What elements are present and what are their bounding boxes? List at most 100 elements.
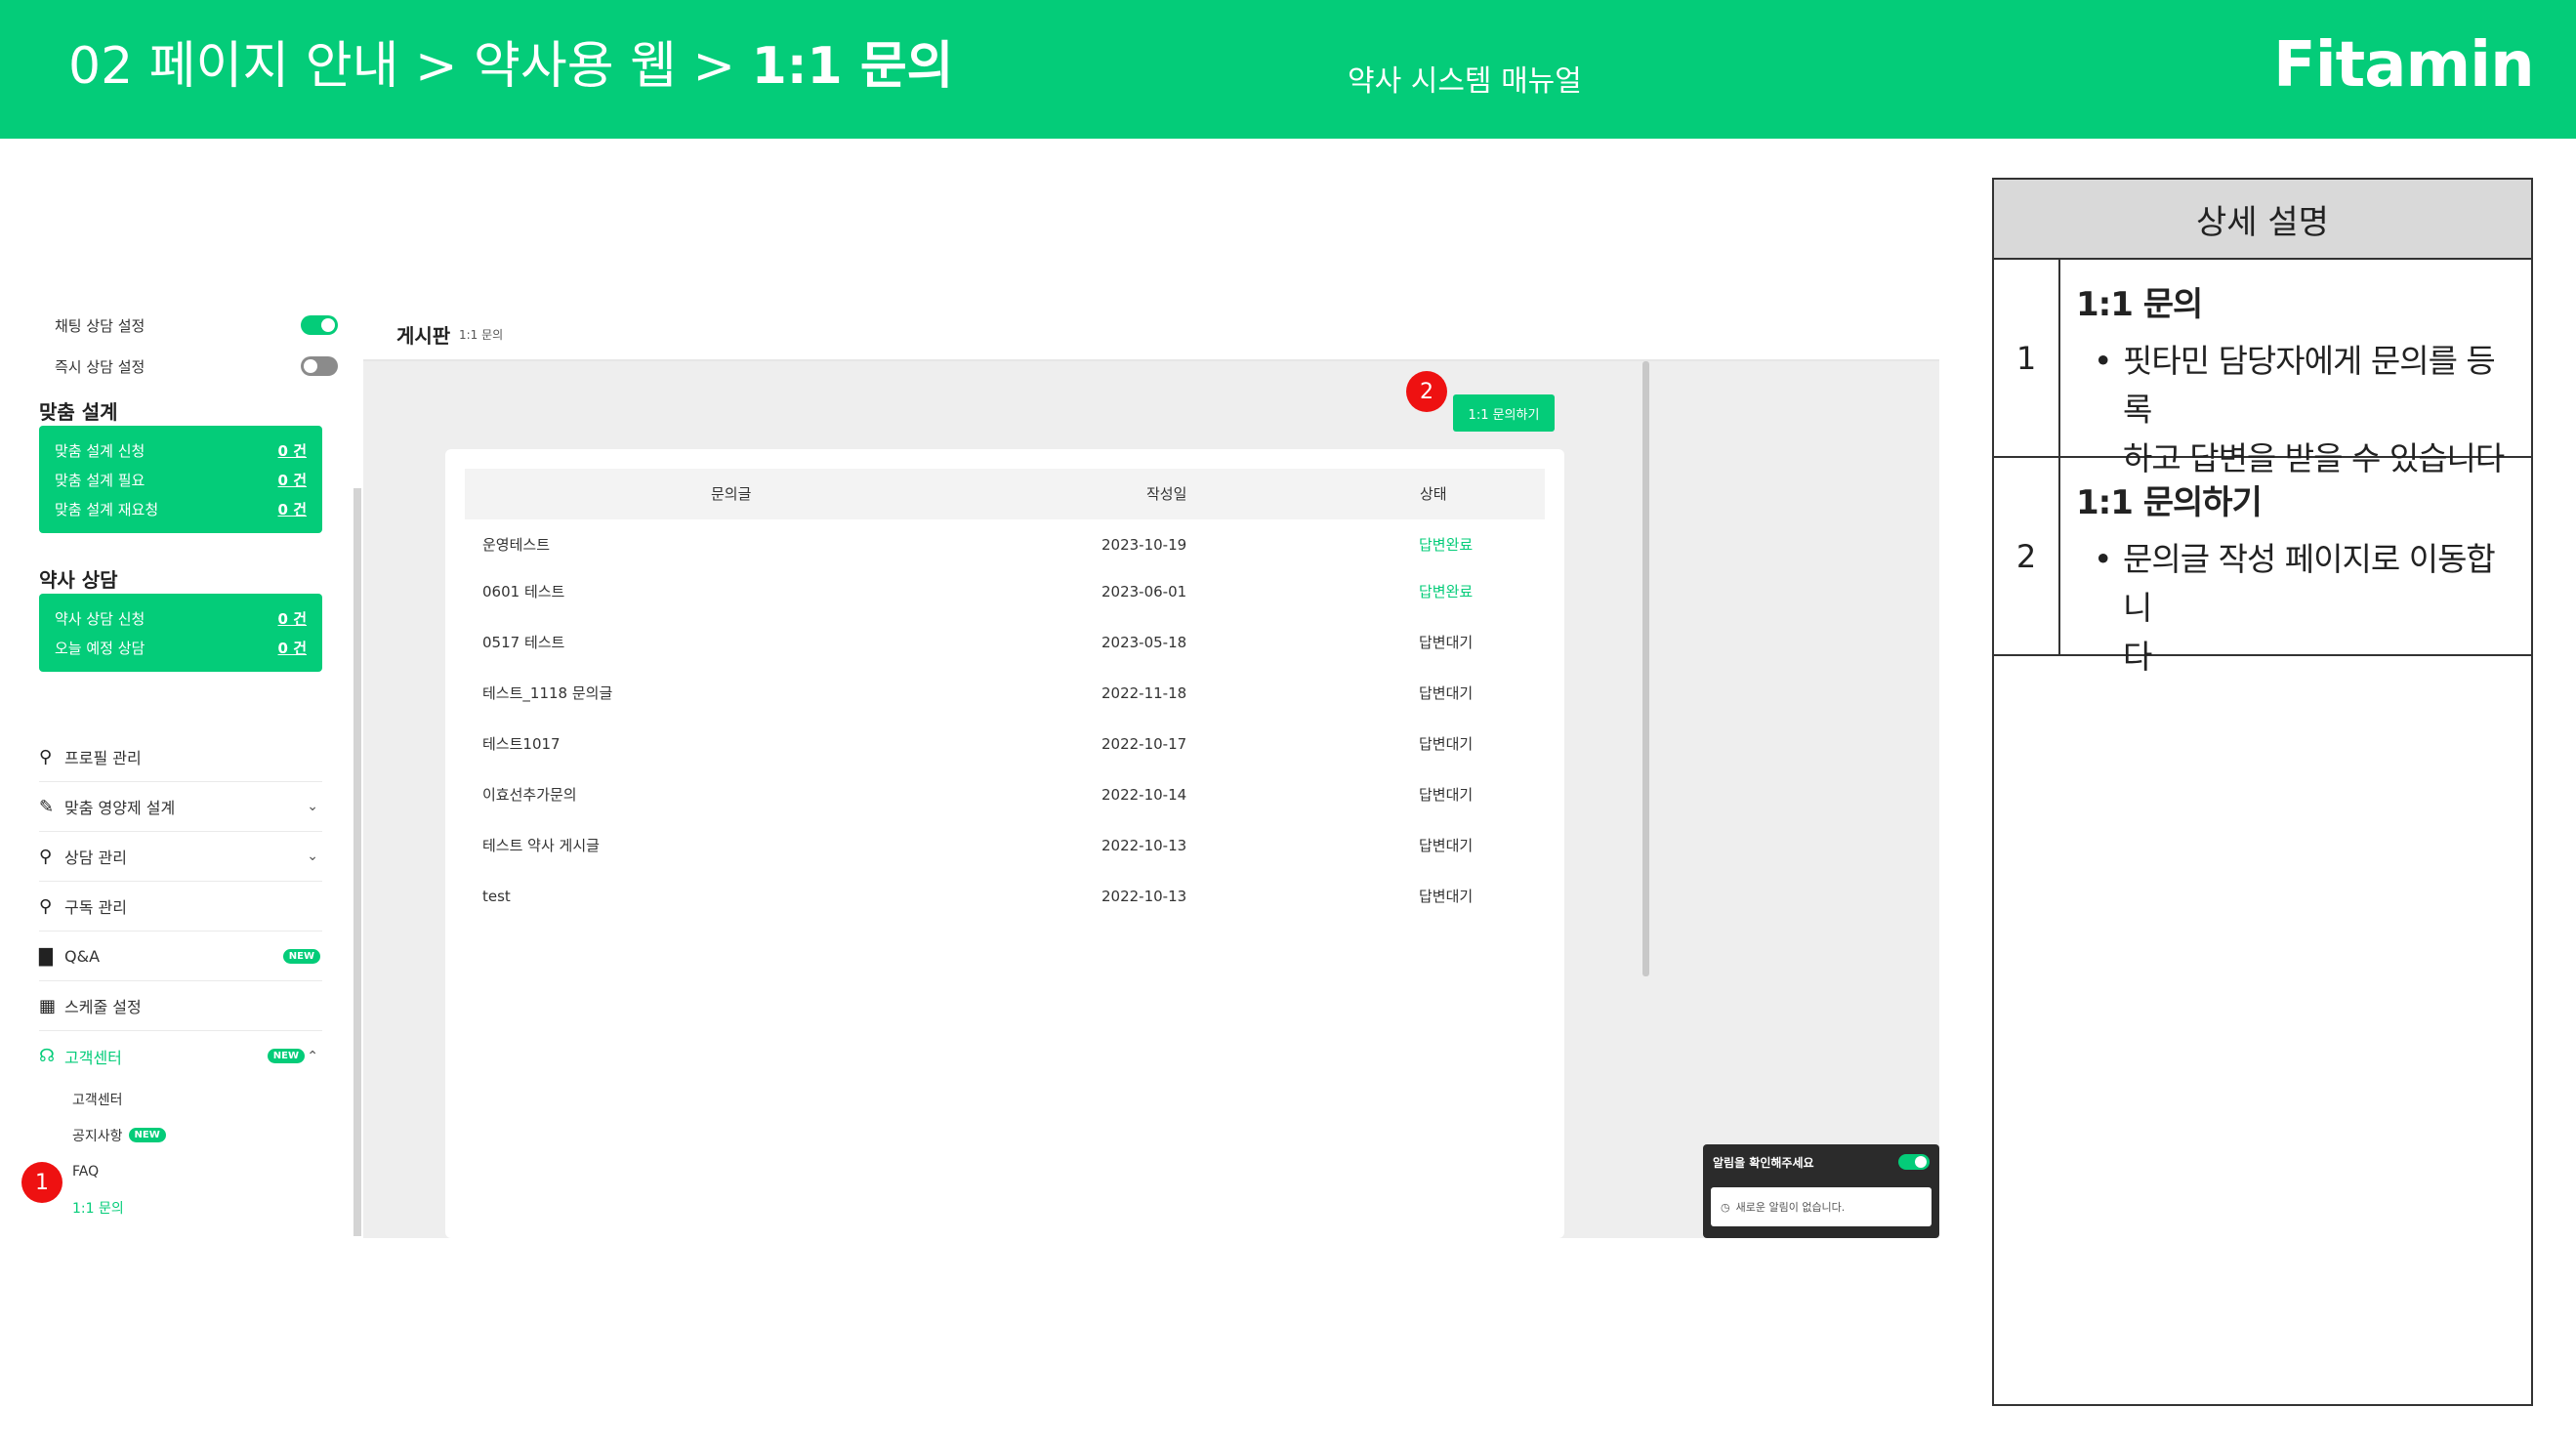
board-header: 게시판 1:1 문의 [363, 310, 1939, 361]
sidebar-item-consult[interactable]: ⚲ 상담 관리 ⌄ [39, 832, 322, 882]
row-date: 2023-06-01 [1101, 583, 1187, 600]
row-title[interactable]: 테스트_1118 문의글 [482, 668, 612, 719]
detail-row-title: 1:1 문의 [2076, 285, 2203, 324]
sidebar-item-subscription[interactable]: ⚲ 구독 관리 [39, 882, 322, 932]
page-breadcrumb: 02 페이지 안내 > 약사용 웹 > 1:1 문의 [68, 35, 954, 98]
sidebar-item-label: 구독 관리 [64, 898, 127, 917]
board-title: 게시판 [396, 324, 451, 348]
summary-row[interactable]: 약사 상담 신청 0 건 [55, 603, 307, 633]
person-icon: ⚲ [39, 746, 53, 767]
column-header-status: 상태 [1420, 485, 1447, 503]
calendar-icon: ▦ [39, 995, 57, 1016]
table-row[interactable]: 0601 테스트 2023-06-01 답변완료 [465, 566, 1545, 617]
detail-row-desc: 핏타민 담당자에게 문의를 등록하고 답변을 받을 수 있습니다 [2076, 337, 2517, 483]
inquiry-table-card: 문의글 작성일 상태 운영테스트 2023-10-19 답변완료 0601 테스트 2… [445, 449, 1564, 1238]
detail-description-table: 상세 설명 1 1:1 문의 핏타민 담당자에게 문의를 등록하고 답변을 받을… [1992, 178, 2533, 1406]
sidebar-item-label: 프로필 관리 [64, 749, 142, 767]
instant-consult-setting: 즉시 상담 설정 [55, 352, 338, 381]
summary-row[interactable]: 오늘 예정 상담 0 건 [55, 633, 307, 662]
detail-row-desc-line: 핏타민 담당자에게 문의를 등록 [2123, 342, 2496, 429]
row-title[interactable]: 이효선추가문의 [482, 769, 577, 820]
fitamin-logo: Fitamin [2273, 29, 2535, 102]
breadcrumb-path: 02 페이지 안내 > 약사용 웹 > [68, 37, 752, 96]
summary-label: 맞춤 설계 신청 [55, 441, 145, 460]
table-row[interactable]: test 2022-10-13 답변대기 [465, 871, 1545, 922]
summary-count[interactable]: 0 건 [278, 499, 307, 519]
summary-label: 오늘 예정 상담 [55, 639, 145, 657]
sidebar-item-schedule[interactable]: ▦ 스케줄 설정 [39, 981, 322, 1031]
instant-consult-toggle[interactable] [301, 356, 338, 376]
submenu-label: FAQ [72, 1163, 100, 1180]
sidebar-item-customer-center[interactable]: ☊ 고객센터 NEW ⌃ [39, 1031, 322, 1081]
chevron-down-icon: ⌄ [307, 799, 318, 814]
write-inquiry-button[interactable]: 1:1 문의하기 [1453, 394, 1555, 432]
notification-panel: 알림을 확인해주세요 ◷ 새로운 알림이 없습니다. [1703, 1144, 1939, 1238]
row-title[interactable]: 테스트1017 [482, 719, 561, 769]
submenu-inquiry[interactable]: 1:1 문의 [39, 1189, 322, 1225]
new-badge: NEW [267, 1049, 305, 1063]
submenu-faq[interactable]: FAQ [39, 1153, 322, 1189]
chat-consult-setting-label: 채팅 상담 설정 [55, 316, 145, 335]
table-row[interactable]: 테스트 약사 게시글 2022-10-13 답변대기 [465, 820, 1545, 871]
sidebar-item-label: 상담 관리 [64, 849, 127, 867]
detail-row: 1 1:1 문의 핏타민 담당자에게 문의를 등록하고 답변을 받을 수 있습니… [1994, 260, 2531, 477]
sidebar-scrollbar[interactable] [353, 488, 361, 1236]
summary-count[interactable]: 0 건 [278, 638, 307, 658]
row-date: 2022-10-13 [1101, 888, 1187, 905]
submenu-customer-center[interactable]: 고객센터 [39, 1081, 322, 1117]
sidebar-item-label: Q&A [64, 946, 101, 966]
detail-row-number: 1 [1994, 260, 2060, 456]
annotation-marker-1: 1 [21, 1162, 62, 1203]
chevron-up-icon: ⌃ [307, 1048, 318, 1064]
summary-label: 약사 상담 신청 [55, 609, 145, 628]
summary-row[interactable]: 맞춤 설계 신청 0 건 [55, 435, 307, 465]
table-row[interactable]: 테스트1017 2022-10-17 답변대기 [465, 719, 1545, 769]
notification-toggle[interactable] [1898, 1154, 1930, 1170]
sidebar-item-label: 스케줄 설정 [64, 998, 142, 1016]
row-date: 2023-05-18 [1101, 634, 1187, 651]
table-row[interactable]: 운영테스트 2023-10-19 답변완료 [465, 519, 1545, 570]
detail-heading: 상세 설명 [1994, 180, 2531, 260]
custom-design-title: 맞춤 설계 [39, 400, 118, 424]
row-title[interactable]: 0517 테스트 [482, 617, 564, 668]
table-row[interactable]: 테스트_1118 문의글 2022-11-18 답변대기 [465, 668, 1545, 719]
annotation-marker-2: 2 [1406, 371, 1447, 412]
pharmacist-consult-summary: 약사 상담 신청 0 건 오늘 예정 상담 0 건 [39, 594, 322, 672]
sidebar-item-qna[interactable]: ▇ Q&A NEW [39, 932, 322, 981]
pharmacist-consult-title: 약사 상담 [39, 568, 118, 592]
sidebar-item-custom-supplement[interactable]: ✎ 맞춤 영양제 설계 ⌄ [39, 782, 322, 832]
board-scrollbar[interactable] [1642, 361, 1649, 976]
sidebar-menu: ⚲ 프로필 관리 ✎ 맞춤 영양제 설계 ⌄ ⚲ 상담 관리 ⌄ ⚲ 구독 관리 ▇ Q&A N… [39, 732, 322, 1225]
row-status: 답변대기 [1419, 735, 1474, 753]
submenu-label: 공지사항 [72, 1128, 123, 1144]
table-row[interactable]: 0517 테스트 2023-05-18 답변대기 [465, 617, 1545, 668]
chat-consult-setting: 채팅 상담 설정 [55, 310, 338, 340]
new-badge: NEW [128, 1128, 166, 1142]
detail-row-desc-line: 하고 답변을 받을 수 있습니다 [2123, 439, 2505, 477]
sidebar-item-label: 고객센터 [64, 1048, 122, 1067]
headset-icon: ☊ [39, 1046, 55, 1066]
detail-row-number: 2 [1994, 458, 2060, 654]
detail-row-desc-line: 문의글 작성 페이지로 이동합니 [2123, 540, 2496, 627]
clock-icon: ◷ [1721, 1200, 1730, 1214]
column-header-date: 작성일 [1146, 485, 1187, 503]
submenu-label: 1:1 문의 [72, 1200, 124, 1217]
summary-count[interactable]: 0 건 [278, 470, 307, 490]
sidebar-item-profile[interactable]: ⚲ 프로필 관리 [39, 732, 322, 782]
summary-row[interactable]: 맞춤 설계 필요 0 건 [55, 465, 307, 494]
submenu-notice[interactable]: 공지사항 NEW [39, 1117, 322, 1153]
summary-count[interactable]: 0 건 [278, 608, 307, 629]
chat-consult-toggle[interactable] [301, 315, 338, 335]
summary-label: 맞춤 설계 재요청 [55, 500, 159, 518]
submenu-label: 고객센터 [72, 1092, 123, 1108]
row-title[interactable]: 0601 테스트 [482, 566, 564, 617]
summary-row[interactable]: 맞춤 설계 재요청 0 건 [55, 494, 307, 523]
row-status: 답변대기 [1419, 888, 1474, 905]
row-status: 답변대기 [1419, 786, 1474, 804]
row-title[interactable]: 테스트 약사 게시글 [482, 820, 600, 871]
row-status: 답변완료 [1419, 536, 1474, 554]
table-row[interactable]: 이효선추가문의 2022-10-14 답변대기 [465, 769, 1545, 820]
summary-count[interactable]: 0 건 [278, 440, 307, 461]
row-title[interactable]: test [482, 871, 511, 922]
row-title[interactable]: 운영테스트 [482, 519, 550, 570]
